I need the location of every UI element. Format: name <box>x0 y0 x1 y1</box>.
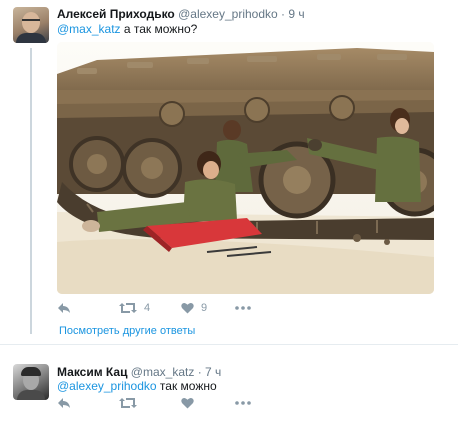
reply-icon <box>58 398 70 408</box>
avatar[interactable] <box>13 7 49 43</box>
tweet-body: так можно <box>156 379 217 393</box>
retweet-count: 4 <box>144 302 151 314</box>
author-name[interactable]: Алексей Приходько <box>57 7 175 21</box>
more-button[interactable] <box>235 300 251 316</box>
avatar[interactable] <box>13 364 49 400</box>
author-handle[interactable]: @alexey_prihodko <box>178 7 278 21</box>
author-name[interactable]: Максим Кац <box>57 365 127 379</box>
like-button[interactable]: 9 <box>181 300 207 316</box>
tweet-timestamp[interactable]: 9 ч <box>288 7 304 21</box>
more-icon <box>235 401 251 405</box>
tweet-photo[interactable] <box>57 42 434 294</box>
separator-dot: · <box>197 365 202 379</box>
more-icon <box>235 306 251 310</box>
tweet-text: @alexey_prihodko так можно <box>57 379 217 393</box>
reply-button[interactable] <box>57 395 71 411</box>
tweet-header: Алексей Приходько @alexey_prihodko · 9 ч <box>57 7 305 21</box>
retweet-button[interactable] <box>119 395 137 411</box>
tweet-text: @max_katz а так можно? <box>57 22 197 36</box>
tweet-header: Максим Кац @max_katz · 7 ч <box>57 365 221 379</box>
mention-link[interactable]: @max_katz <box>57 22 121 36</box>
tweet-divider <box>0 344 458 345</box>
like-count: 9 <box>201 302 208 314</box>
like-icon <box>181 398 194 409</box>
retweet-icon <box>119 398 137 408</box>
thread-connector-line <box>30 48 32 334</box>
more-button[interactable] <box>235 395 251 411</box>
mention-link[interactable]: @alexey_prihodko <box>57 379 157 393</box>
tweet-timestamp[interactable]: 7 ч <box>205 365 221 379</box>
reply-icon <box>58 303 70 313</box>
show-more-replies-link[interactable]: Посмотреть другие ответы <box>59 325 195 337</box>
author-handle[interactable]: @max_katz <box>131 365 195 379</box>
separator-dot: · <box>281 7 286 21</box>
reply-button[interactable] <box>57 300 71 316</box>
retweet-icon <box>119 303 137 313</box>
tank-photo-illustration <box>57 42 434 294</box>
tweet-body: а так можно? <box>120 22 198 36</box>
like-icon <box>181 303 194 314</box>
retweet-button[interactable]: 4 <box>119 300 150 316</box>
like-button[interactable] <box>181 395 194 411</box>
